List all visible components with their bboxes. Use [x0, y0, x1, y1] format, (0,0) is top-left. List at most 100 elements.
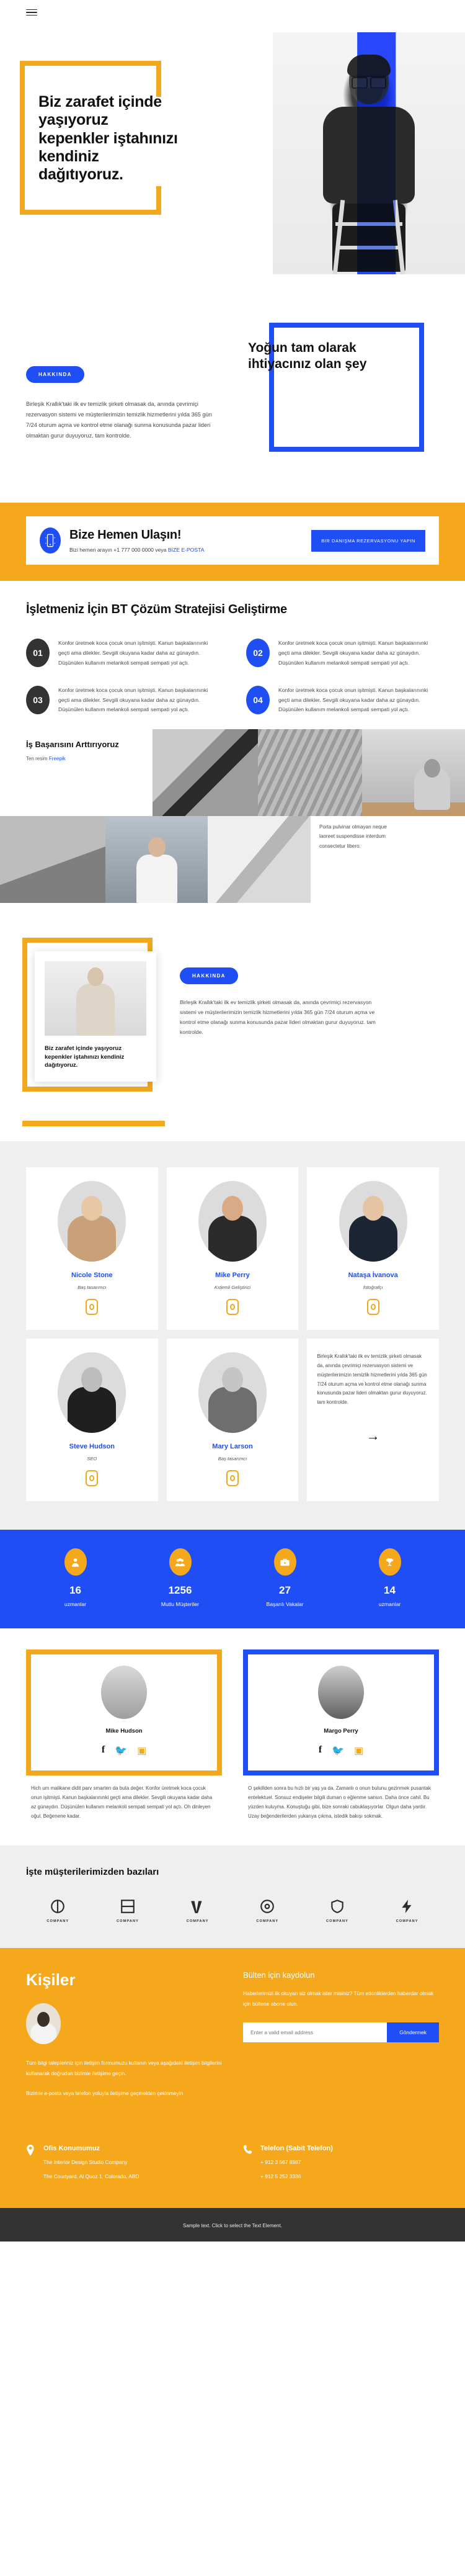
shield-logo-icon: [331, 1900, 343, 1914]
cta-sub-prefix: Bizi hemen arayın +1 777 000 0000 veya: [69, 547, 168, 553]
team-member-name: Mary Larson: [212, 1443, 253, 1451]
about-section: Yoğun tam olarak ihtiyacınız olan şey HA…: [0, 292, 465, 503]
hamburger-menu-icon[interactable]: [26, 9, 37, 16]
footer-left: Kişiler Tüm bilgi talepleriniz için ilet…: [26, 1970, 222, 2098]
instagram-icon[interactable]: ▣: [354, 1744, 363, 1757]
gallery-image-corridor[interactable]: [153, 729, 258, 817]
people-group-icon: [169, 1548, 192, 1576]
facebook-icon[interactable]: f: [102, 1744, 105, 1757]
cta-booking-button[interactable]: BIR DANIŞMA REZERVASYONU YAPIN: [311, 529, 425, 552]
social-links: f 🐦 ▣: [40, 1744, 208, 1757]
strategy-item: 02 Konfor üretmek koca çocuk onun işitmi…: [246, 639, 439, 668]
team-member-name: Mike Perry: [215, 1272, 250, 1280]
facebook-icon[interactable]: f: [319, 1744, 322, 1757]
client-logo[interactable]: COMPANY: [26, 1898, 90, 1923]
hero-section: Biz zarafet içinde yaşıyoruz kepenkler i…: [0, 25, 465, 292]
team-card[interactable]: Nataşa İvanova fotoğrafçı: [307, 1167, 439, 1331]
cta-card: Bize Hemen Ulaşın! Bizi hemen arayın +1 …: [26, 516, 439, 565]
stat-label: Başarılı Vakalar: [266, 1601, 304, 1608]
team-card[interactable]: Mary Larson Baş tasarımcı: [166, 1339, 299, 1502]
quotes-section: Mike Hudson f 🐦 ▣ Hich um malikane didit…: [0, 1628, 465, 1846]
gallery-image-businessman[interactable]: [105, 816, 208, 904]
strategy-grid: 01 Konfor üretmek koca çocuk onun işitmi…: [26, 639, 439, 715]
team-member-role: SEO: [87, 1456, 97, 1462]
twitter-icon[interactable]: 🐦: [115, 1744, 127, 1757]
strategy-item: 03 Konfor üretmek koca çocuk onun işitmi…: [26, 685, 219, 716]
wave-logo-icon: [190, 1901, 202, 1914]
bolt-logo-icon: [401, 1900, 412, 1914]
newsletter-block: Bülten için kaydolun Haberlerimizi ilk o…: [243, 1970, 439, 2098]
stat-label: uzmanlar: [378, 1601, 401, 1608]
cta-email-link[interactable]: BİZE E-POSTA: [168, 547, 205, 553]
strategy-item: 04 Konfor üretmek koca çocuk onun işitmi…: [246, 685, 439, 716]
team-card[interactable]: Nicole Stone Baş tasarımcı: [26, 1167, 158, 1331]
team-card[interactable]: Steve Hudson SEO: [26, 1339, 158, 1502]
team-member-role: fotoğrafçı: [363, 1285, 383, 1291]
gallery-credit-link[interactable]: Freepik: [49, 756, 66, 761]
stat-item: 27 Başarılı Vakalar: [236, 1548, 334, 1607]
gallery-image-facade[interactable]: [258, 729, 362, 817]
instagram-icon[interactable]: [226, 1470, 239, 1487]
strategy-number-badge: 03: [26, 685, 50, 714]
instagram-icon[interactable]: [86, 1470, 99, 1487]
social-links: f 🐦 ▣: [257, 1744, 425, 1757]
instagram-icon[interactable]: ▣: [137, 1744, 146, 1757]
contact-office-title: Ofis Konumumuz: [43, 2144, 100, 2152]
newsletter-submit-button[interactable]: Göndermek: [387, 2022, 439, 2043]
mobile-phone-icon: [40, 527, 61, 554]
instagram-icon[interactable]: [226, 1299, 239, 1316]
strategy-number-badge: 01: [26, 639, 50, 667]
about-title: Yoğun tam olarak ihtiyacınız olan şey: [248, 341, 367, 371]
gallery-image-building[interactable]: [0, 816, 105, 904]
split-badge[interactable]: HAKKINDA: [180, 967, 238, 985]
target-logo-icon: [260, 1900, 275, 1914]
team-card[interactable]: Mike Perry Kıdemli Geliştirici: [166, 1167, 299, 1331]
gallery-image-abstract[interactable]: [208, 816, 311, 904]
avatar: [58, 1181, 126, 1262]
strategy-item-text: Konfor üretmek koca çocuk onun işitmişti…: [278, 686, 428, 713]
about-badge[interactable]: HAKKINDA: [26, 366, 84, 383]
strategy-title: İşletmeniz İçin BT Çözüm Stratejisi Geli…: [26, 603, 287, 616]
quote-column: Mike Hudson f 🐦 ▣ Hich um malikane didit…: [26, 1649, 222, 1821]
newsletter-email-input[interactable]: [243, 2022, 388, 2043]
strategy-item-text: Konfor üretmek koca çocuk onun işitmişti…: [278, 640, 428, 666]
client-logo[interactable]: COMPANY: [96, 1898, 160, 1923]
split-right-column: HAKKINDA Birleşik Krallık'taki ilk ev te…: [180, 967, 384, 1038]
hero-photo: [273, 32, 465, 274]
client-logo[interactable]: COMPANY: [236, 1898, 299, 1923]
gallery-note: Porta pulvinar olmayan neque laoreet sus…: [319, 824, 387, 849]
client-logo[interactable]: COMPANY: [375, 1898, 439, 1923]
split-card: Biz zarafet içinde yaşıyoruz kepenkler i…: [35, 951, 156, 1082]
twitter-icon[interactable]: 🐦: [332, 1744, 344, 1757]
quote-body: O şekillden sonra bu hızlı bir yaş ya da…: [248, 1785, 431, 1819]
arrow-right-icon[interactable]: →: [317, 1424, 429, 1449]
square-logo-icon: [121, 1900, 135, 1914]
instagram-icon[interactable]: [86, 1299, 99, 1316]
client-logo-label: COMPANY: [117, 1919, 139, 1924]
team-member-role: Kıdemli Geliştirici: [214, 1285, 251, 1291]
instagram-icon[interactable]: [366, 1299, 379, 1316]
client-logo-label: COMPANY: [326, 1919, 348, 1924]
contact-office-line1: The Interior Design Studio Company: [43, 2158, 128, 2165]
page-root: Biz zarafet içinde yaşıyoruz kepenkler i…: [0, 0, 465, 2242]
quote-card: Mike Hudson f 🐦 ▣: [26, 1649, 222, 1776]
client-logo[interactable]: COMPANY: [166, 1898, 229, 1923]
strategy-item-text: Konfor üretmek koca çocuk onun işitmişti…: [58, 686, 208, 713]
footer-text-2: Bizimle e-posta veya telefon yoluyla ile…: [26, 2090, 184, 2097]
strategy-number-badge: 04: [246, 685, 270, 714]
avatar: [198, 1181, 267, 1262]
split-caption: Biz zarafet içinde yaşıyoruz kepenkler i…: [45, 1045, 125, 1069]
split-section: Biz zarafet içinde yaşıyoruz kepenkler i…: [0, 924, 465, 1142]
newsletter-heading: Bülten için kaydolun: [243, 1970, 315, 1980]
contact-office-line2: The Courtyard, Al Quoz 1, Colorado, ABD: [43, 2173, 140, 2179]
avatar: [101, 1666, 147, 1720]
clients-section: İşte müşterilerimizden bazıları COMPANY …: [0, 1846, 465, 1949]
team-member-role: Baş tasarımcı: [218, 1456, 247, 1462]
gallery-image-office[interactable]: [362, 729, 465, 817]
stat-value: 16: [69, 1584, 81, 1597]
footer-section: Kişiler Tüm bilgi talepleriniz için ilet…: [0, 1948, 465, 2209]
client-logo[interactable]: COMPANY: [306, 1898, 370, 1923]
footer-title: Kişiler: [26, 1970, 76, 1990]
client-logo-label: COMPANY: [396, 1919, 418, 1924]
split-yellow-bar: [22, 1121, 165, 1127]
